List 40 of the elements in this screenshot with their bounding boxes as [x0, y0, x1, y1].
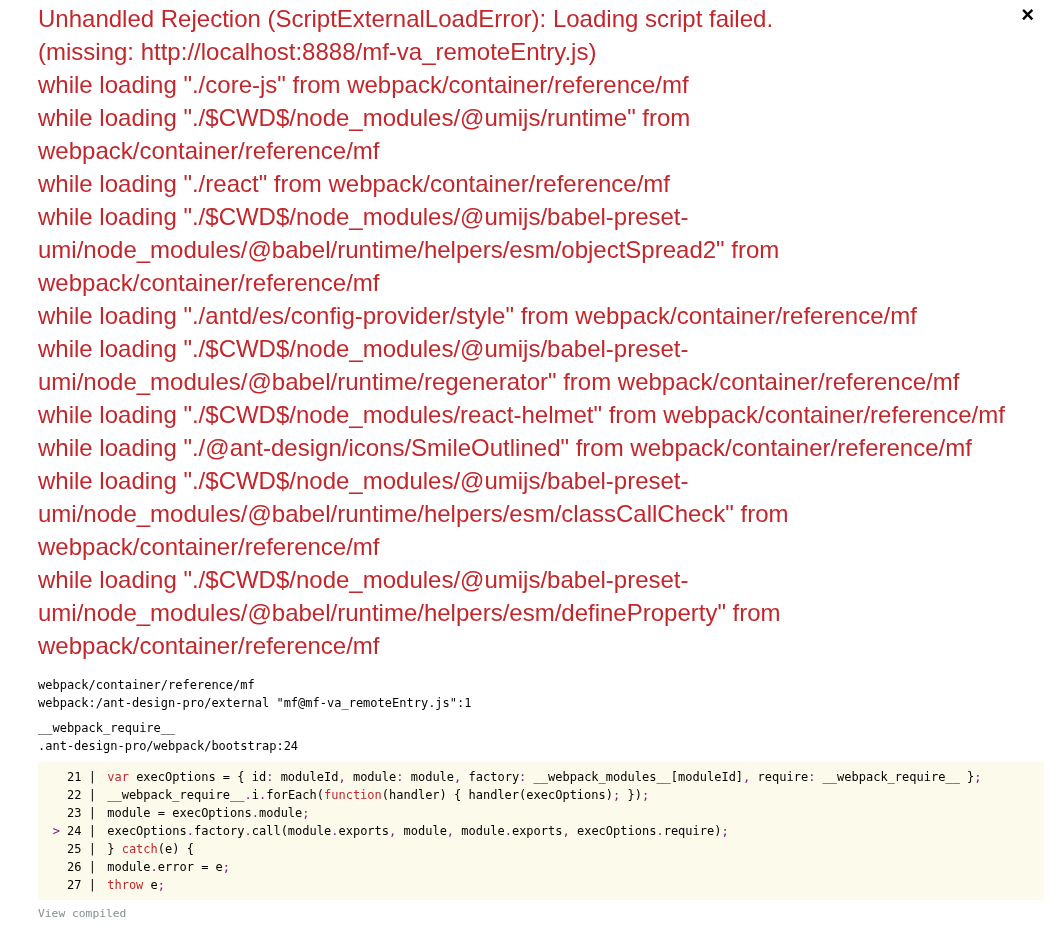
- error-message-line: while loading "./$CWD$/node_modules/react-helmet" from webpack/container/reference/mf: [38, 400, 1005, 430]
- error-message-line: while loading "./react" from webpack/container/reference/mf: [38, 169, 670, 199]
- error-message-line: while loading "./@ant-design/icons/SmileOutlined" from webpack/container/reference/mf: [38, 433, 972, 463]
- code-line: throw e;: [107, 877, 166, 894]
- stack-frame-function: webpack/container/reference/mf: [38, 677, 256, 694]
- code-line: execOptions.factory.call(module.exports, module, module.exports, execOptions.require);: [107, 823, 729, 840]
- error-message-line: while loading "./$CWD$/node_modules/@umijs/babel-preset-: [38, 466, 689, 496]
- line-number: 22 |: [66, 787, 97, 804]
- error-message-line: webpack/container/reference/mf: [38, 268, 380, 298]
- line-number: > 24 |: [51, 823, 97, 840]
- error-message-line: (missing: http://localhost:8888/mf-va_remoteEntry.js): [38, 37, 597, 67]
- error-message-line: while loading "./$CWD$/node_modules/@umijs/babel-preset-: [38, 334, 689, 364]
- error-message-line: webpack/container/reference/mf: [38, 532, 380, 562]
- stack-frame-location: webpack:/ant-design-pro/external "mf@mf-va_remoteEntry.js":1: [38, 695, 473, 712]
- error-message-line: while loading "./core-js" from webpack/container/reference/mf: [38, 70, 689, 100]
- error-message-line: while loading "./$CWD$/node_modules/@umijs/runtime" from: [38, 103, 691, 133]
- code-line: var execOptions = { id: moduleId, module: module, factory: __webpack_modules__[moduleId], require: __webpack_require__ };: [107, 769, 982, 786]
- stack-frame-function: __webpack_require__: [38, 720, 177, 737]
- line-number: 23 |: [66, 805, 97, 822]
- error-message-line: umi/node_modules/@babel/runtime/helpers/esm/classCallCheck" from: [38, 499, 789, 529]
- line-number: 26 |: [66, 859, 97, 876]
- error-message-line: webpack/container/reference/mf: [38, 136, 380, 166]
- error-message-line: while loading "./antd/es/config-provider/style" from webpack/container/reference/mf: [38, 301, 917, 331]
- code-line: module = execOptions.module;: [107, 805, 310, 822]
- close-button[interactable]: ×: [1017, 4, 1038, 26]
- code-line: module.error = e;: [107, 859, 231, 876]
- line-number: 27 |: [66, 877, 97, 894]
- line-number: 25 |: [66, 841, 97, 858]
- error-message-line: umi/node_modules/@babel/runtime/helpers/esm/defineProperty" from: [38, 598, 781, 628]
- code-line: __webpack_require__.i.forEach(function(handler) { handler(execOptions); });: [107, 787, 650, 804]
- code-line: } catch(e) {: [107, 841, 194, 858]
- error-message-line: webpack/container/reference/mf: [38, 631, 380, 661]
- stack-frame-location: .ant-design-pro/webpack/bootstrap:24: [38, 738, 300, 755]
- error-message-line: while loading "./$CWD$/node_modules/@umijs/babel-preset-: [38, 565, 689, 595]
- view-compiled-link[interactable]: View compiled: [38, 906, 1044, 923]
- line-number: 21 |: [66, 769, 97, 786]
- error-message-line: umi/node_modules/@babel/runtime/helpers/esm/objectSpread2" from: [38, 235, 780, 265]
- error-message-line: umi/node_modules/@babel/runtime/regenerator" from webpack/container/reference/mf: [38, 367, 960, 397]
- error-message-line: Unhandled Rejection (ScriptExternalLoadError): Loading script failed.: [38, 4, 774, 34]
- error-message-line: while loading "./$CWD$/node_modules/@umijs/babel-preset-: [38, 202, 689, 232]
